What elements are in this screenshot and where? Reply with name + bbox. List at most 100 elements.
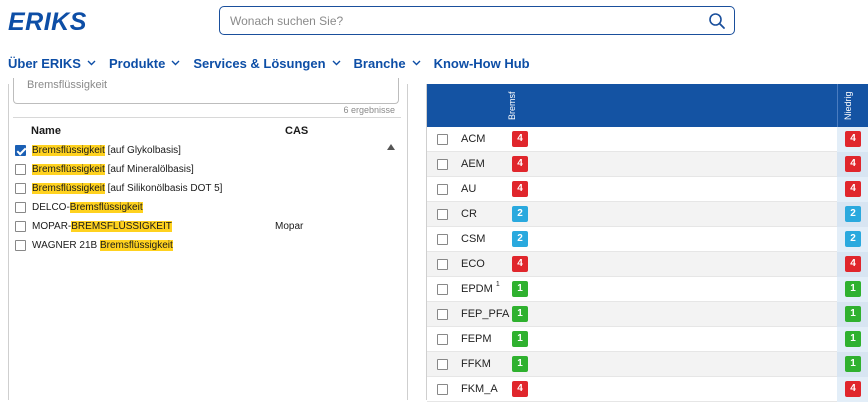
- table-row: FKM_A 4 4: [427, 377, 868, 402]
- row-checkbox[interactable]: [437, 334, 448, 345]
- list-item[interactable]: Bremsflüssigkeit [auf Mineralölbasis]: [15, 160, 385, 179]
- compatibility-table: Bremsf Niedrig ACM 4 4 AEM 4 4 AU 4 4 CR 2 2 CSM 2 2 EC…: [426, 84, 868, 402]
- row-checkbox[interactable]: [437, 209, 448, 220]
- material-name: FEPM: [461, 333, 492, 345]
- scroll-up-arrow-icon[interactable]: [387, 144, 395, 150]
- label-suffix: [auf Mineralölbasis]: [104, 164, 194, 175]
- rating-badge: 1: [512, 356, 528, 372]
- rating-badge: 4: [845, 381, 861, 397]
- nav-item-label: Know-How Hub: [433, 55, 530, 71]
- rating-badge: 4: [512, 256, 528, 272]
- list-item[interactable]: DELCO-Bremsflüssigkeit: [15, 198, 385, 217]
- table-row: FEP_PFA 1 1: [427, 302, 868, 327]
- list-item[interactable]: MOPAR-BREMSFLÜSSIGKEIT Mopar: [15, 217, 385, 236]
- column-header-label: Bremsf: [507, 91, 517, 120]
- main-nav: Über ERIKS Produkte Services & Lösungen Bra…: [0, 54, 535, 72]
- cas-value: Mopar: [275, 221, 304, 232]
- list-item[interactable]: WAGNER 21B Bremsflüssigkeit: [15, 236, 385, 255]
- row-checkbox[interactable]: [437, 184, 448, 195]
- material-name: ACM: [461, 133, 485, 145]
- nav-item[interactable]: Services & Lösungen: [193, 56, 341, 71]
- rating-badge: 2: [512, 231, 528, 247]
- material-name: EPDM 1: [461, 281, 500, 295]
- search-highlight: BREMSFLÜSSIGKEIT: [71, 221, 172, 232]
- row-checkbox[interactable]: [437, 384, 448, 395]
- material-name-text: ECO: [461, 258, 485, 270]
- eriks-logo[interactable]: ERIKS: [8, 8, 87, 37]
- list-item[interactable]: Bremsflüssigkeit [auf Silikonölbasis DOT…: [15, 179, 385, 198]
- search-input[interactable]: [230, 12, 690, 30]
- list-item-label: Bremsflüssigkeit [auf Glykolbasis]: [32, 145, 181, 156]
- table-row: CR 2 2: [427, 202, 868, 227]
- rating-badge: 4: [845, 181, 861, 197]
- search-highlight: Bremsflüssigkeit: [69, 202, 143, 213]
- material-name-text: CSM: [461, 233, 486, 245]
- material-name-text: AU: [461, 183, 477, 195]
- material-name-text: ACM: [461, 133, 486, 145]
- material-name-text: CR: [461, 208, 477, 220]
- rating-badge: 2: [845, 206, 861, 222]
- result-count: 6 ergebnisse: [343, 105, 395, 115]
- rating-badge: 2: [512, 206, 528, 222]
- column-header-bremsf: Bremsf: [507, 86, 521, 122]
- nav-item[interactable]: Produkte: [109, 56, 180, 71]
- material-name-text: FEPM: [461, 333, 492, 345]
- row-checkbox[interactable]: [437, 134, 448, 145]
- divider: [13, 117, 401, 118]
- table-row: EPDM 111: [427, 277, 868, 302]
- column-header-name: Name: [31, 125, 61, 137]
- chevron-down-icon: [412, 60, 421, 66]
- nav-item[interactable]: Know-How Hub: [434, 56, 530, 71]
- nav-item[interactable]: Branche: [354, 56, 421, 71]
- rating-badge: 1: [845, 281, 861, 297]
- row-checkbox[interactable]: [437, 259, 448, 270]
- checkbox[interactable]: [15, 145, 26, 156]
- table-row: CSM 2 2: [427, 227, 868, 252]
- column-header-niedrig: Niedrig: [843, 86, 857, 122]
- label-suffix: [auf Silikonölbasis DOT 5]: [104, 183, 223, 194]
- material-name-text: FEP_PFA: [461, 308, 510, 320]
- list-item-label: Bremsflüssigkeit [auf Silikonölbasis DOT…: [32, 183, 222, 194]
- chevron-down-icon: [332, 60, 341, 66]
- rating-badge: 4: [845, 256, 861, 272]
- rating-badge: 2: [845, 231, 861, 247]
- checkbox[interactable]: [15, 183, 26, 194]
- material-name: CR: [461, 208, 477, 220]
- material-name-text: EPDM: [461, 283, 493, 295]
- checkbox[interactable]: [15, 240, 26, 251]
- column-header-label: Niedrig: [843, 91, 853, 120]
- row-checkbox[interactable]: [437, 234, 448, 245]
- nav-item[interactable]: Über ERIKS: [8, 56, 96, 71]
- material-name-text: FKM_A: [461, 383, 498, 395]
- filter-input[interactable]: [27, 78, 387, 92]
- row-checkbox[interactable]: [437, 159, 448, 170]
- rating-badge: 1: [845, 306, 861, 322]
- checkbox[interactable]: [15, 164, 26, 175]
- table-row: FFKM 1 1: [427, 352, 868, 377]
- label-suffix: [auf Glykolbasis]: [104, 145, 181, 156]
- list-item-label: DELCO-Bremsflüssigkeit: [32, 202, 143, 213]
- table-row: FEPM 1 1: [427, 327, 868, 352]
- rating-badge: 4: [512, 131, 528, 147]
- row-checkbox[interactable]: [437, 309, 448, 320]
- filter-field[interactable]: [13, 78, 399, 104]
- row-checkbox[interactable]: [437, 284, 448, 295]
- search-bar[interactable]: [219, 6, 735, 35]
- nav-item-label: Über ERIKS: [8, 55, 81, 71]
- list-item[interactable]: Bremsflüssigkeit [auf Glykolbasis]: [15, 141, 385, 160]
- nav-item-label: Produkte: [108, 55, 166, 71]
- chevron-down-icon: [87, 60, 96, 66]
- rating-badge: 1: [845, 356, 861, 372]
- label-prefix: MOPAR-: [32, 221, 72, 232]
- footnote-marker: 1: [495, 281, 500, 288]
- result-list: Bremsflüssigkeit [auf Glykolbasis] Bremsf…: [15, 141, 385, 255]
- table-row: ECO 4 4: [427, 252, 868, 277]
- search-highlight: Bremsflüssigkeit: [32, 164, 105, 175]
- material-name: ECO: [461, 258, 485, 270]
- rating-badge: 4: [512, 181, 528, 197]
- row-checkbox[interactable]: [437, 359, 448, 370]
- checkbox[interactable]: [15, 221, 26, 232]
- rating-badge: 4: [512, 381, 528, 397]
- checkbox[interactable]: [15, 202, 26, 213]
- search-icon[interactable]: [708, 12, 726, 30]
